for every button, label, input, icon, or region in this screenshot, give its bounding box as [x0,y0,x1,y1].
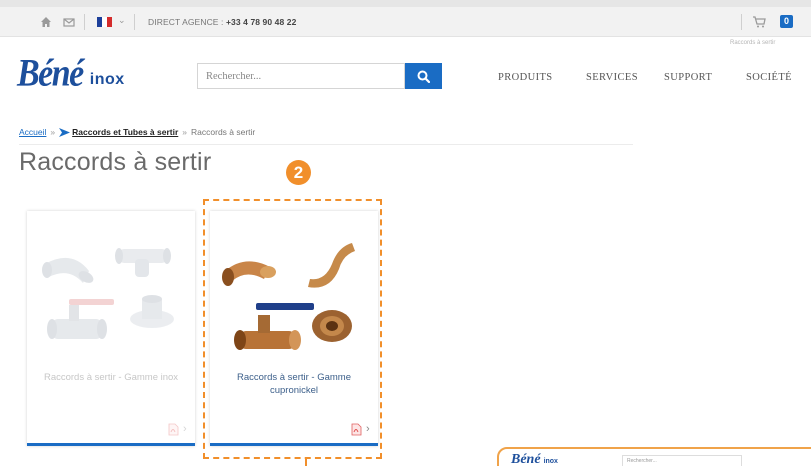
breadcrumb: Accueil » Raccords et Tubes à sertir » R… [19,127,255,137]
step-badge: 2 [286,160,311,185]
cart-count-badge[interactable]: 0 [780,15,793,28]
thumbnail-logo-sub: inox [543,458,558,465]
home-icon[interactable] [40,16,52,28]
thumbnail-logo-main: Béné [511,452,541,466]
thumbnail-logo: Béné inox [511,452,558,466]
direct-agence-phone[interactable]: DIRECT AGENCE : +33 4 78 90 48 22 [148,17,296,27]
pdf-icon[interactable] [167,423,179,436]
logo-sub: inox [89,71,125,88]
nav-support[interactable]: SUPPORT [664,72,712,83]
breadcrumb-separator: » [50,127,56,137]
top-bar: ⌄ DIRECT AGENCE : +33 4 78 90 48 22 0 [0,7,811,37]
chevron-right-icon[interactable]: › [183,423,187,436]
divider [134,14,135,30]
top-strip [0,0,811,7]
breadcrumb-parent-link[interactable]: Raccords et Tubes à sertir [72,127,178,137]
nav-services[interactable]: SERVICES [586,72,638,83]
mini-breadcrumb: Raccords à sertir [730,40,776,46]
search-button[interactable] [405,63,442,89]
product-card-cupronickel[interactable]: Raccords à sertir - Gamme cupronickel › [210,211,378,446]
bene-inox-logo[interactable]: Béné inox [17,52,125,95]
direct-phone[interactable]: +33 4 78 90 48 22 [226,17,296,27]
pdf-icon[interactable] [350,423,362,436]
search-input[interactable] [197,63,405,89]
page-title: Raccords à sertir [19,148,212,176]
nav-produits[interactable]: PRODUITS [498,72,553,83]
product-image-inox [42,248,174,339]
arrow-right-icon [59,127,71,137]
product-card-label[interactable]: Raccords à sertir - Gamme inox [33,371,189,384]
zoom-thumbnail: Béné inox Rechercher... [497,447,811,466]
chevron-down-icon[interactable]: ⌄ [118,15,126,26]
direct-label: DIRECT AGENCE : [148,17,226,27]
divider [84,14,85,30]
divider [741,14,742,30]
product-card-label[interactable]: Raccords à sertir - Gamme cupronickel [216,371,372,397]
breadcrumb-current: Raccords à sertir [191,127,256,137]
chevron-right-icon[interactable]: › [366,423,370,436]
search-icon [417,70,430,83]
french-flag-icon[interactable] [97,17,112,27]
highlight-connector [305,459,307,466]
cart-icon[interactable] [752,15,766,28]
breadcrumb-home-link[interactable]: Accueil [19,127,46,137]
mail-icon[interactable] [63,16,75,28]
divider [19,144,633,145]
product-image-cupronickel [222,243,355,350]
logo-main: Béné [17,52,84,95]
breadcrumb-separator: » [182,127,188,137]
thumbnail-search: Rechercher... [622,455,742,466]
nav-societe[interactable]: SOCIÉTÉ [746,72,792,83]
product-card-inox[interactable]: Raccords à sertir - Gamme inox › [27,211,195,446]
